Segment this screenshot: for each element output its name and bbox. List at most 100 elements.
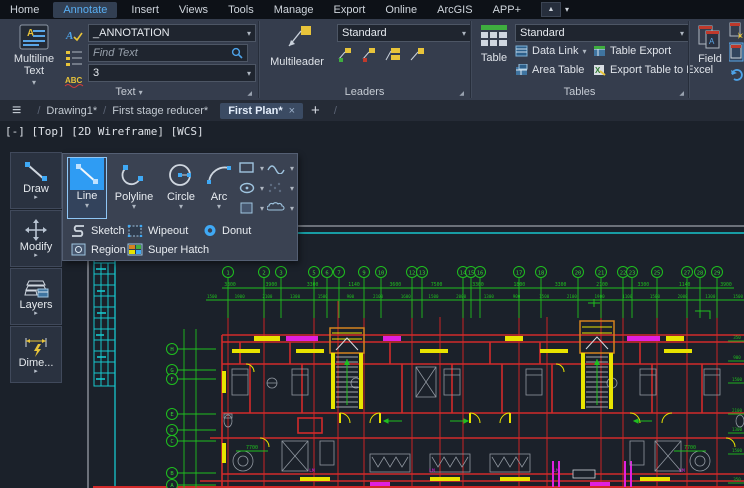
svg-text:A: A bbox=[27, 28, 34, 39]
palette-dimension-button[interactable]: Dime... ▸ bbox=[10, 326, 62, 383]
svg-text:X: X bbox=[595, 66, 601, 75]
leader-tools-row[interactable] bbox=[337, 46, 433, 64]
svg-text:2: 2 bbox=[262, 270, 265, 276]
close-tab-icon[interactable]: × bbox=[289, 105, 295, 117]
panel-launcher-icon[interactable]: ◢ bbox=[247, 90, 252, 97]
remove-leader-icon[interactable] bbox=[363, 48, 375, 62]
ribbon-collapse-button[interactable]: ▲ bbox=[541, 2, 561, 17]
text-style-icon[interactable]: A bbox=[65, 30, 82, 42]
table-button[interactable]: Table bbox=[475, 24, 513, 64]
menu-tab-tools[interactable]: Tools bbox=[218, 2, 264, 18]
field-button[interactable]: A Field bbox=[693, 24, 727, 65]
panel-text: A Multiline Text ▾ A bbox=[0, 19, 258, 100]
svg-text:2100: 2100 bbox=[732, 408, 743, 413]
multiline-text-button[interactable]: A Multiline Text ▾ bbox=[8, 24, 60, 89]
menu-tab-annotate[interactable]: Annotate bbox=[53, 2, 117, 18]
numbered-list-icon[interactable] bbox=[66, 51, 82, 66]
text-style-select[interactable]: _ANNOTATION ▾ bbox=[88, 24, 256, 42]
svg-text:1800: 1800 bbox=[514, 282, 526, 288]
tool-ellipse[interactable]: ▾ bbox=[239, 182, 264, 194]
table-export-button[interactable]: Table Export bbox=[593, 45, 671, 57]
field-icon: A bbox=[697, 24, 723, 50]
data-link-button[interactable]: Data Link ▾ bbox=[515, 45, 587, 57]
tool-donut[interactable]: Donut bbox=[203, 224, 251, 237]
text-tools-column[interactable]: A ABC bbox=[64, 27, 84, 93]
collect-leaders-icon[interactable] bbox=[411, 48, 424, 60]
palette-modify-button[interactable]: Modify ▸ bbox=[10, 210, 62, 267]
find-text-box[interactable] bbox=[88, 44, 248, 62]
svg-text:3900: 3900 bbox=[720, 282, 732, 288]
align-leaders-icon[interactable] bbox=[386, 48, 400, 60]
svg-text:3300: 3300 bbox=[555, 282, 567, 288]
update-field-icon[interactable] bbox=[730, 23, 743, 39]
add-leader-icon[interactable] bbox=[339, 48, 351, 62]
drawing-tabbar: ≡ / Drawing1* / First stage reducer* Fir… bbox=[0, 100, 744, 121]
tab-menu-icon[interactable]: ≡ bbox=[12, 102, 21, 120]
tool-line[interactable]: Line ▾ bbox=[67, 157, 107, 219]
multileader-style-select[interactable]: Standard ▾ bbox=[337, 24, 471, 42]
panel-title-text[interactable]: Text ▾ bbox=[0, 86, 258, 98]
svg-text:7700: 7700 bbox=[246, 445, 258, 451]
model-space-canvas[interactable]: 123567910121314151617182021222325272829 … bbox=[0, 121, 744, 488]
viewport-controls[interactable]: [-] [Top] [2D Wireframe] [WCS] bbox=[5, 125, 204, 138]
tool-point[interactable]: ▾ bbox=[267, 182, 294, 194]
tool-region[interactable]: Region bbox=[71, 243, 126, 256]
menu-tab-online[interactable]: Online bbox=[375, 2, 427, 18]
ribbon-options-caret-icon[interactable]: ▾ bbox=[565, 5, 569, 14]
tool-spline[interactable]: ▾ bbox=[267, 162, 294, 174]
new-tab-button[interactable]: + bbox=[311, 102, 320, 119]
find-text-input[interactable] bbox=[89, 47, 230, 59]
schedule-table bbox=[94, 263, 115, 386]
svg-text:900: 900 bbox=[347, 294, 355, 299]
svg-text:900: 900 bbox=[513, 294, 521, 299]
stair-core-left bbox=[330, 328, 364, 409]
annotation-scale-select[interactable]: 3 ▾ bbox=[88, 64, 256, 82]
tool-super-hatch[interactable]: Super Hatch bbox=[127, 243, 209, 256]
chevron-down-icon: ▾ bbox=[217, 203, 221, 210]
svg-text:1900: 1900 bbox=[235, 294, 246, 299]
multileader-button[interactable]: Multileader bbox=[265, 24, 329, 68]
chevron-down-icon: ▾ bbox=[290, 184, 294, 193]
tool-wipeout[interactable]: Wipeout bbox=[127, 224, 188, 237]
field-tools-column[interactable] bbox=[729, 21, 744, 91]
svg-text:27: 27 bbox=[684, 270, 691, 276]
refresh-icon[interactable] bbox=[731, 70, 742, 80]
palette-draw-button[interactable]: Draw ▸ bbox=[10, 152, 62, 209]
tool-revision-cloud[interactable]: ▾ bbox=[267, 202, 294, 214]
sketch-label: Sketch bbox=[91, 225, 125, 237]
svg-text:1: 1 bbox=[226, 270, 229, 276]
svg-text:1500: 1500 bbox=[428, 294, 439, 299]
tab-first-stage-reducer[interactable]: First stage reducer* bbox=[112, 105, 208, 117]
menu-tab-manage[interactable]: Manage bbox=[264, 2, 324, 18]
palette-layers-button[interactable]: Layers ▸ bbox=[10, 268, 62, 325]
tool-circle[interactable]: Circle ▾ bbox=[161, 159, 201, 210]
svg-text:3900: 3900 bbox=[266, 282, 278, 288]
tab-drawing1[interactable]: Drawing1* bbox=[46, 105, 97, 117]
table-style-select[interactable]: Standard ▾ bbox=[515, 24, 689, 42]
tool-hatch[interactable]: ▾ bbox=[239, 202, 264, 214]
menu-tab-home[interactable]: Home bbox=[0, 2, 49, 18]
tool-arc[interactable]: Arc ▾ bbox=[203, 159, 235, 210]
svg-text:29: 29 bbox=[714, 270, 721, 276]
panel-title-leaders[interactable]: Leaders bbox=[259, 86, 470, 98]
panel-launcher-icon[interactable]: ◢ bbox=[679, 90, 684, 97]
tool-rectangle[interactable]: ▾ bbox=[239, 162, 264, 174]
wipeout-icon bbox=[127, 224, 143, 237]
dimension-text: 3300390033001140360075003300180033002100… bbox=[206, 282, 744, 300]
selected-field-icon[interactable] bbox=[729, 43, 743, 61]
menu-tab-insert[interactable]: Insert bbox=[121, 2, 169, 18]
menu-tab-app-plus[interactable]: APP+ bbox=[483, 2, 531, 18]
area-table-button[interactable]: Area Table bbox=[515, 64, 584, 76]
tool-polyline[interactable]: Polyline ▾ bbox=[111, 159, 157, 210]
tab-first-plan-active[interactable]: First Plan* × bbox=[220, 103, 303, 119]
menu-tab-arcgis[interactable]: ArcGIS bbox=[427, 2, 482, 18]
panel-title-tables[interactable]: Tables bbox=[471, 86, 688, 98]
svg-text:2100: 2100 bbox=[373, 294, 384, 299]
panel-launcher-icon[interactable]: ◢ bbox=[459, 90, 464, 97]
svg-text:28: 28 bbox=[697, 270, 704, 276]
menu-tab-views[interactable]: Views bbox=[169, 2, 218, 18]
tool-sketch[interactable]: Sketch bbox=[71, 224, 125, 237]
panel-tables: Table Standard ▾ Data Link ▾ Table Expor… bbox=[471, 19, 688, 100]
search-icon[interactable] bbox=[230, 47, 244, 59]
menu-tab-export[interactable]: Export bbox=[324, 2, 376, 18]
